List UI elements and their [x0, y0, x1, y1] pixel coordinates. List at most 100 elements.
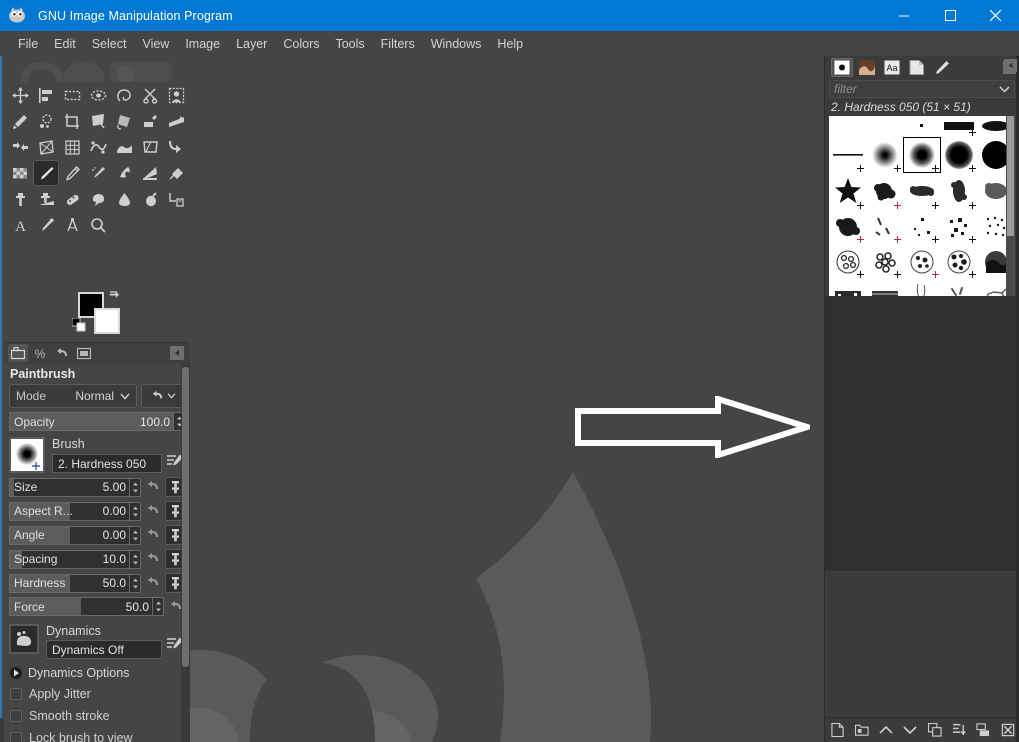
heal-tool-button[interactable] — [59, 186, 85, 212]
menu-view[interactable]: View — [134, 34, 177, 54]
perspective-clone-tool-button[interactable] — [33, 186, 59, 212]
angle-spinner[interactable] — [130, 525, 141, 545]
spacing-spinner[interactable] — [130, 549, 141, 569]
warp-transform-tool-button[interactable] — [85, 134, 111, 160]
dynamics-options-expander[interactable]: Dynamics Options — [4, 663, 190, 683]
lock-brush-to-view-row[interactable]: Lock brush to view — [4, 727, 190, 742]
size-spinner[interactable] — [130, 477, 141, 497]
swap-colors-icon[interactable] — [108, 290, 122, 304]
eraser-tool-button[interactable] — [7, 160, 33, 186]
brush-item[interactable] — [941, 244, 978, 279]
brush-item[interactable] — [941, 210, 978, 245]
layer-list[interactable] — [825, 296, 1019, 571]
anchor-layer-icon[interactable] — [949, 720, 969, 740]
images-tab[interactable] — [74, 344, 94, 362]
menu-windows[interactable]: Windows — [423, 34, 490, 54]
smooth-stroke-row[interactable]: Smooth stroke — [4, 705, 190, 727]
free-select-tool-button[interactable] — [111, 82, 137, 108]
merge-down-icon[interactable] — [973, 720, 993, 740]
brush-item[interactable] — [829, 173, 866, 210]
brush-item[interactable] — [866, 137, 903, 174]
size-slider[interactable]: Size 5.00 — [9, 477, 130, 497]
crop-tool-button[interactable] — [59, 108, 85, 134]
brush-item[interactable] — [941, 173, 978, 210]
dynamics-preview-thumbnail[interactable] — [9, 624, 39, 654]
tool-options-scrollbar[interactable] — [181, 363, 190, 742]
move-tool-button[interactable] — [7, 82, 33, 108]
angle-slider[interactable]: Angle 0.00 — [9, 525, 130, 545]
gradient-tool-button[interactable] — [137, 134, 163, 160]
mypaint-brush-tool-button[interactable] — [137, 160, 163, 186]
paint-dynamics-tab[interactable] — [931, 58, 953, 77]
force-slider[interactable]: Force 50.0 — [9, 597, 153, 616]
ink-tool-button[interactable] — [111, 160, 137, 186]
flip-tool-button[interactable] — [7, 134, 33, 160]
paint-mode-select[interactable]: Mode Normal — [9, 384, 137, 408]
menu-layer[interactable]: Layer — [228, 34, 275, 54]
alignment-tool-button[interactable] — [33, 82, 59, 108]
menu-help[interactable]: Help — [489, 34, 531, 54]
blur-sharpen-tool-button[interactable] — [111, 186, 137, 212]
canvas-empty-area[interactable] — [190, 56, 824, 742]
hardness-spinner[interactable] — [130, 573, 141, 593]
brush-filter-input[interactable]: filter — [829, 80, 1015, 98]
brush-item[interactable] — [829, 116, 866, 137]
rectangle-select-tool-button[interactable] — [59, 82, 85, 108]
brushes-tab[interactable] — [831, 57, 853, 77]
size-reset-icon[interactable] — [144, 478, 162, 497]
menu-edit[interactable]: Edit — [46, 34, 84, 54]
lower-layer-icon[interactable] — [900, 720, 920, 740]
maximize-button[interactable] — [927, 0, 973, 31]
aspect-ratio-slider[interactable]: Aspect R... 0.00 — [9, 501, 130, 521]
hardness-reset-icon[interactable] — [144, 574, 162, 593]
aspect-ratio-reset-icon[interactable] — [144, 502, 162, 521]
paintbrush-tool-button[interactable] — [33, 160, 59, 186]
tool-options-tab[interactable] — [8, 344, 28, 362]
brush-item[interactable] — [829, 137, 866, 174]
lock-brush-to-view-checkbox[interactable] — [10, 732, 22, 742]
brush-item[interactable] — [866, 210, 903, 245]
measure-tool-button[interactable] — [163, 186, 189, 212]
brush-item[interactable] — [903, 173, 940, 210]
menu-tools[interactable]: Tools — [327, 34, 372, 54]
perspective-tool-button[interactable] — [163, 108, 189, 134]
brush-grid-scrollbar-thumb[interactable] — [1007, 116, 1014, 236]
undo-history-tab[interactable] — [52, 344, 72, 362]
brush-item[interactable] — [903, 244, 940, 279]
tool-options-menu-button[interactable] — [170, 346, 184, 360]
duplicate-layer-icon[interactable] — [925, 720, 945, 740]
zoom-tool-button[interactable] — [85, 212, 111, 238]
menu-select[interactable]: Select — [84, 34, 135, 54]
brush-item-selected[interactable] — [903, 137, 940, 174]
mode-reset-button[interactable] — [141, 384, 185, 408]
airbrush-tool-button[interactable] — [85, 160, 111, 186]
color-picker-tool-button[interactable] — [33, 212, 59, 238]
tool-options-scrollbar-thumb[interactable] — [182, 367, 189, 667]
brush-value[interactable]: 2. Hardness 050 — [52, 454, 162, 473]
chevron-down-icon[interactable] — [999, 80, 1010, 98]
brush-item[interactable] — [903, 210, 940, 245]
scissors-select-tool-button[interactable] — [137, 82, 163, 108]
aspect-ratio-spinner[interactable] — [130, 501, 141, 521]
device-status-tab[interactable]: % — [30, 344, 50, 362]
brush-item[interactable] — [866, 173, 903, 210]
smooth-stroke-checkbox[interactable] — [10, 710, 22, 722]
opacity-slider[interactable]: Opacity 100.0 — [9, 412, 174, 431]
dodge-burn-tool-button[interactable] — [137, 186, 163, 212]
close-button[interactable] — [973, 0, 1019, 31]
brush-item[interactable] — [829, 244, 866, 279]
pencil-tool-button[interactable] — [59, 160, 85, 186]
documents-tab[interactable] — [906, 58, 928, 77]
minimize-button[interactable] — [881, 0, 927, 31]
brush-item[interactable] — [829, 210, 866, 245]
clone-tool-button[interactable] — [7, 186, 33, 212]
seamless-clone-tool-button[interactable] — [163, 134, 189, 160]
handle-transform-tool-button[interactable] — [33, 134, 59, 160]
apply-jitter-checkbox[interactable] — [10, 688, 22, 700]
eraser2-tool-button[interactable] — [163, 160, 189, 186]
cage-transform-tool-button[interactable] — [59, 134, 85, 160]
apply-jitter-row[interactable]: Apply Jitter — [4, 683, 190, 705]
reset-colors-icon[interactable] — [71, 317, 88, 334]
raise-layer-icon[interactable] — [876, 720, 896, 740]
dynamics-value[interactable]: Dynamics Off — [46, 640, 162, 659]
